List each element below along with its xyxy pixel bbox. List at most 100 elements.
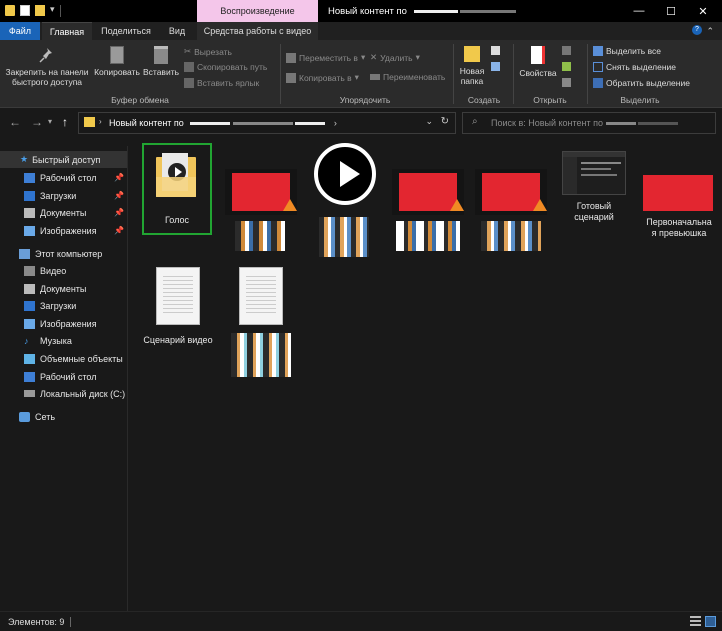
quick-access-dropdown-icon[interactable]: ▾ [50,4,55,15]
tab-view[interactable]: Вид [160,22,194,40]
invert-selection-icon [593,78,603,88]
sidebar-item-local-disk[interactable]: Локальный диск (C:) [0,385,127,402]
properties-button[interactable]: Свойства [518,46,558,78]
sidebar-item-documents[interactable]: Документы 📌 [0,204,127,221]
file-tile[interactable] [309,143,381,259]
vlc-badge-icon [283,199,297,211]
pin-icon[interactable]: 📌 [114,173,124,182]
up-arrow-icon[interactable]: ↑ [62,115,68,129]
invert-selection-button[interactable]: Обратить выделение [593,78,690,88]
address-bar[interactable]: › Новый контент по › ⌄ ↻ [78,112,456,134]
sidebar-item-pc-downloads[interactable]: Загрузки [0,297,127,314]
drive-icon [24,390,35,397]
document-icon [239,267,283,325]
sidebar-item-pc-desktop[interactable]: Рабочий стол [0,368,127,385]
new-folder-button[interactable]: Новая папка [455,46,489,86]
pin-quick-access-button[interactable]: Закрепить на панели быстрого доступа [2,46,92,87]
recent-dropdown-icon[interactable]: ▾ [48,117,52,126]
tab-file[interactable]: Файл [0,22,40,40]
file-tile[interactable]: Сценарий видео [142,267,214,357]
sidebar-item-videos[interactable]: Видео [0,262,127,279]
redacted-filename [481,221,541,251]
rename-button[interactable]: Переименовать [370,72,445,82]
open-icon[interactable] [562,46,571,55]
sidebar-item-desktop[interactable]: Рабочий стол 📌 [0,169,127,186]
music-icon: ♪ [24,335,29,346]
forward-arrow-icon[interactable]: → [31,115,43,129]
details-view-icon[interactable] [690,616,701,627]
select-none-button[interactable]: Снять выделение [593,62,676,72]
file-tile[interactable] [392,161,464,253]
move-to-icon [286,52,296,63]
copy-button[interactable]: Копировать [92,46,142,77]
pin-icon[interactable]: 📌 [114,226,124,235]
properties-icon[interactable] [20,5,30,16]
copy-path-button[interactable]: Скопировать путь [184,62,267,72]
sidebar-item-pc-pictures[interactable]: Изображения [0,315,127,332]
file-tile[interactable] [475,161,547,253]
redacted-mark [638,122,679,126]
file-tile[interactable] [225,267,297,381]
sidebar-item-downloads[interactable]: Загрузки 📌 [0,187,127,204]
history-icon[interactable] [562,78,571,87]
sidebar-item-3d-objects[interactable]: Объемные объекты [0,350,127,367]
file-name-line: сценарий [574,212,614,222]
close-button[interactable]: ✕ [680,0,722,22]
file-name-line: я превьюшка [651,228,707,238]
ribbon-tabs: Файл Главная Поделиться Вид Средства раб… [0,22,722,41]
paste-shortcut-button[interactable]: Вставить ярлык [184,78,259,88]
download-icon [24,190,35,201]
sidebar-item-quick-access[interactable]: ★ Быстрый доступ [0,151,127,168]
pin-icon[interactable]: 📌 [114,208,124,217]
pin-label-1: Закрепить на панели [5,67,89,77]
delete-button[interactable]: ✕ Удалить ▾ [370,52,420,63]
help-icon[interactable]: ? [692,25,702,35]
copy-to-button[interactable]: Копировать в ▾ [286,72,359,83]
window-title-text: Новый контент по [328,6,407,17]
copy-label: Копировать [94,67,140,77]
window-title: Новый контент по [328,6,517,17]
navigation-pane: ★ Быстрый доступ Рабочий стол 📌 Загрузки… [0,146,127,611]
back-arrow-icon[interactable]: ← [9,115,21,129]
sidebar-label: Загрузки [40,190,77,201]
search-input[interactable]: Поиск в: Новый контент по [491,118,679,128]
refresh-icon[interactable]: ↻ [441,116,449,127]
file-view[interactable]: Голос Готовый сценарий Первоначальна я п… [128,137,722,611]
move-to-label: Переместить в [299,52,358,63]
edit-icon[interactable] [562,62,571,71]
cut-button[interactable]: ✂ Вырезать [184,46,232,57]
tab-home[interactable]: Главная [42,22,92,41]
move-to-button[interactable]: Переместить в ▾ [286,52,365,63]
pin-icon[interactable]: 📌 [114,191,124,200]
file-tile[interactable]: Первоначальна я превьюшка [641,161,717,253]
sidebar-label: Документы [40,283,87,294]
easy-access-icon[interactable] [491,62,500,71]
breadcrumb-chevron-icon[interactable]: › [99,117,102,126]
file-tile[interactable] [225,161,297,253]
select-all-button[interactable]: Выделить все [593,46,661,56]
file-tile[interactable]: Готовый сценарий [558,151,630,243]
sidebar-item-music[interactable]: ♪ Музыка [0,332,127,349]
large-icons-view-icon[interactable] [705,616,716,627]
path-icon [184,62,194,72]
vlc-badge-icon [450,199,464,211]
new-folder-label-2: папка [460,76,484,86]
breadcrumb[interactable]: Новый контент по › [109,118,337,128]
sidebar-item-network[interactable]: Сеть [0,408,127,425]
new-folder-icon[interactable] [35,5,45,16]
file-tile[interactable]: Голос [142,143,212,235]
scissors-icon: ✂ [184,46,192,56]
sidebar-item-pc-documents[interactable]: Документы [0,280,127,297]
sidebar-item-pictures[interactable]: Изображения 📌 [0,222,127,239]
tab-video-tools[interactable]: Средства работы с видео [197,22,318,40]
paste-button[interactable]: Вставить [141,46,181,77]
tab-share[interactable]: Поделиться [96,22,156,40]
chevron-up-icon[interactable]: ⌃ [706,26,714,37]
new-item-icon[interactable] [491,46,500,55]
pin-label-2: быстрого доступа [11,77,83,87]
contextual-tab-playback[interactable]: Воспроизведение [197,0,318,22]
search-box[interactable]: ⌕ Поиск в: Новый контент по [462,112,716,134]
redacted-filename [319,217,369,257]
sidebar-item-this-pc[interactable]: Этот компьютер [0,245,127,262]
address-dropdown-icon[interactable]: ⌄ [425,116,433,127]
